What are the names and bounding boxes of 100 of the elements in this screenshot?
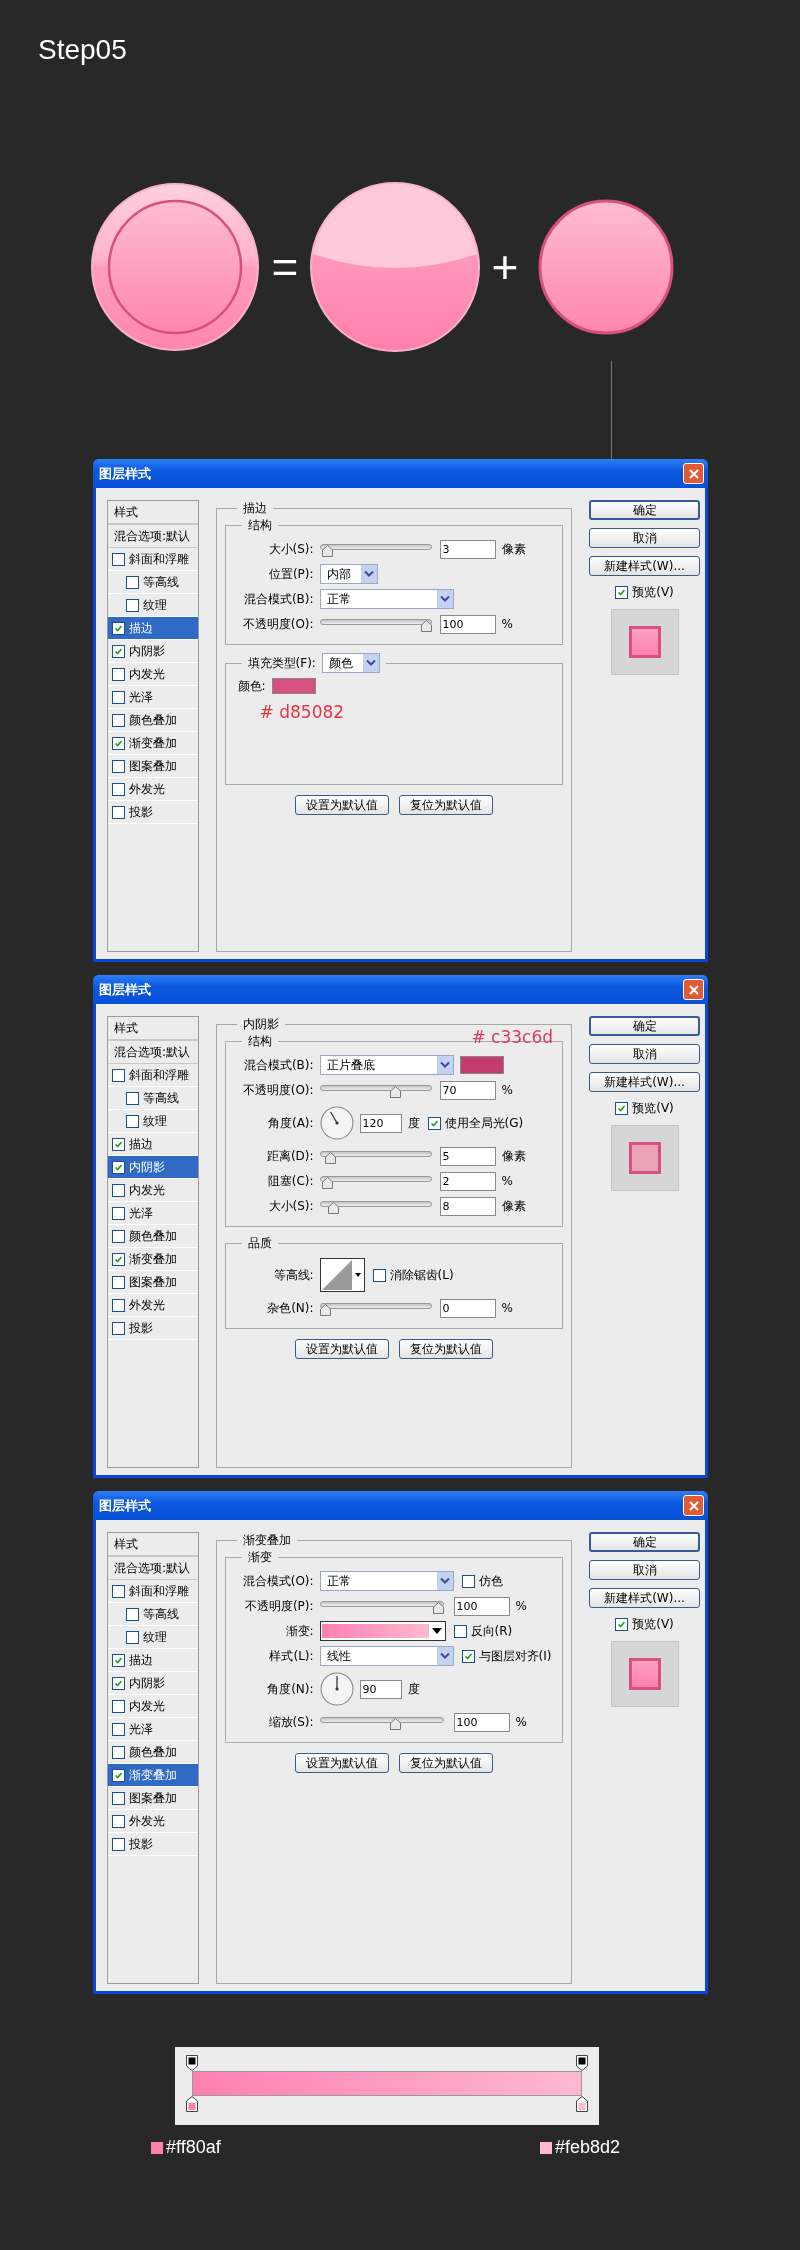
caret-icon[interactable] xyxy=(436,1572,453,1590)
reset-button[interactable]: 复位为默认值 xyxy=(398,1753,493,1773)
color-swatch[interactable] xyxy=(271,678,316,694)
checkbox[interactable] xyxy=(112,782,125,796)
checkbox[interactable] xyxy=(112,690,125,704)
dialog-button[interactable]: 新建样式(W)... xyxy=(589,1072,700,1092)
checkbox[interactable] xyxy=(112,1321,125,1335)
value-field[interactable]: 70 xyxy=(439,1080,496,1100)
dropdown[interactable]: 正片叠底 xyxy=(319,1055,454,1075)
caret-icon[interactable] xyxy=(436,1056,453,1074)
value-field[interactable]: 2 xyxy=(439,1171,496,1191)
angle-dial[interactable] xyxy=(319,1672,354,1706)
checkbox[interactable] xyxy=(112,1584,125,1598)
style-item[interactable]: 渐变叠加 xyxy=(108,732,198,755)
checkbox[interactable] xyxy=(112,1229,125,1243)
style-item[interactable]: 投影 xyxy=(108,1317,198,1340)
checkbox[interactable] xyxy=(112,1206,125,1220)
close-button[interactable] xyxy=(683,979,704,1000)
close-button[interactable] xyxy=(683,463,704,484)
slider-thumb[interactable] xyxy=(319,1304,331,1316)
checkbox[interactable] xyxy=(112,1699,125,1713)
checkbox[interactable] xyxy=(112,759,125,773)
checkbox[interactable] xyxy=(615,586,629,599)
slider-thumb[interactable] xyxy=(432,1602,444,1614)
checkbox[interactable] xyxy=(126,1630,139,1644)
checkbox[interactable] xyxy=(126,575,139,589)
slider-track[interactable] xyxy=(319,1082,432,1098)
dialog-button[interactable]: 确定 xyxy=(589,1016,700,1036)
checkbox[interactable] xyxy=(112,1745,125,1759)
checkbox[interactable] xyxy=(461,1574,475,1588)
checkbox[interactable] xyxy=(112,805,125,819)
style-item[interactable]: 颜色叠加 xyxy=(108,1225,198,1248)
checkbox[interactable] xyxy=(461,1649,475,1663)
checkbox[interactable] xyxy=(112,1298,125,1312)
gradient-picker[interactable] xyxy=(319,1621,446,1641)
color-stop-icon[interactable] xyxy=(186,2096,198,2112)
style-item[interactable]: 等高线 xyxy=(108,571,198,594)
slider-track[interactable] xyxy=(319,1148,432,1164)
checkbox[interactable] xyxy=(112,1676,125,1690)
slider-track[interactable] xyxy=(319,1714,444,1730)
dropdown[interactable]: 内部 xyxy=(319,564,378,584)
checkbox[interactable] xyxy=(112,1183,125,1197)
checkbox[interactable] xyxy=(112,736,125,750)
style-item[interactable]: 描边 xyxy=(108,1649,198,1672)
dropdown[interactable]: 正常 xyxy=(319,589,454,609)
style-item[interactable]: 斜面和浮雕 xyxy=(108,1580,198,1603)
value-field[interactable]: 100 xyxy=(453,1712,510,1732)
slider-thumb[interactable] xyxy=(327,1202,339,1214)
style-item[interactable]: 投影 xyxy=(108,801,198,824)
slider-thumb[interactable] xyxy=(321,1177,333,1189)
value-field[interactable]: 0 xyxy=(439,1298,496,1318)
dialog-button[interactable]: 取消 xyxy=(589,1044,700,1064)
style-item[interactable]: 内阴影 xyxy=(108,1672,198,1695)
slider-track[interactable] xyxy=(319,541,432,557)
slider-track[interactable] xyxy=(319,1300,432,1316)
caret-icon[interactable] xyxy=(362,654,379,672)
checkbox[interactable] xyxy=(112,552,125,566)
checkbox[interactable] xyxy=(112,1814,125,1828)
style-item[interactable]: 内发光 xyxy=(108,1695,198,1718)
slider-track[interactable] xyxy=(319,1198,432,1214)
style-item[interactable]: 图案叠加 xyxy=(108,1271,198,1294)
opacity-stop-icon[interactable] xyxy=(186,2055,198,2071)
checkbox[interactable] xyxy=(615,1618,629,1631)
style-item[interactable]: 内发光 xyxy=(108,663,198,686)
slider-thumb[interactable] xyxy=(420,620,432,632)
style-item[interactable]: 图案叠加 xyxy=(108,755,198,778)
checkbox[interactable] xyxy=(112,621,125,635)
checkbox[interactable] xyxy=(427,1116,441,1130)
slider-thumb[interactable] xyxy=(324,1152,336,1164)
checkbox[interactable] xyxy=(112,1137,125,1151)
caret-icon[interactable] xyxy=(436,1647,453,1665)
reset-button[interactable]: 复位为默认值 xyxy=(398,1339,493,1359)
value-field[interactable]: 3 xyxy=(439,539,496,559)
checkbox[interactable] xyxy=(112,1252,125,1266)
style-item[interactable]: 外发光 xyxy=(108,1810,198,1833)
style-item[interactable]: 外发光 xyxy=(108,778,198,801)
checkbox[interactable] xyxy=(126,1091,139,1105)
color-swatch[interactable] xyxy=(459,1056,504,1074)
checkbox[interactable] xyxy=(112,1768,125,1782)
close-button[interactable] xyxy=(683,1495,704,1516)
checkbox[interactable] xyxy=(112,713,125,727)
reset-button[interactable]: 复位为默认值 xyxy=(398,795,493,815)
style-item[interactable]: 描边 xyxy=(108,617,198,640)
checkbox[interactable] xyxy=(112,1791,125,1805)
slider-thumb[interactable] xyxy=(321,545,333,557)
checkbox[interactable] xyxy=(112,667,125,681)
value-field[interactable]: 5 xyxy=(439,1146,496,1166)
dialog-button[interactable]: 新建样式(W)... xyxy=(589,556,700,576)
style-item[interactable]: 投影 xyxy=(108,1833,198,1856)
style-item[interactable]: 光泽 xyxy=(108,1718,198,1741)
value-field[interactable]: 100 xyxy=(453,1596,510,1616)
dropdown[interactable]: 正常 xyxy=(319,1571,454,1591)
opacity-stop-icon[interactable] xyxy=(576,2055,588,2071)
angle-dial[interactable] xyxy=(319,1106,354,1140)
checkbox[interactable] xyxy=(112,1275,125,1289)
dialog-button[interactable]: 取消 xyxy=(589,1560,700,1580)
blend-options-item[interactable]: 混合选项:默认 xyxy=(108,525,198,548)
style-item[interactable]: 等高线 xyxy=(108,1603,198,1626)
reset-button[interactable]: 设置为默认值 xyxy=(294,1339,389,1359)
dialog-button[interactable]: 确定 xyxy=(589,1532,700,1552)
